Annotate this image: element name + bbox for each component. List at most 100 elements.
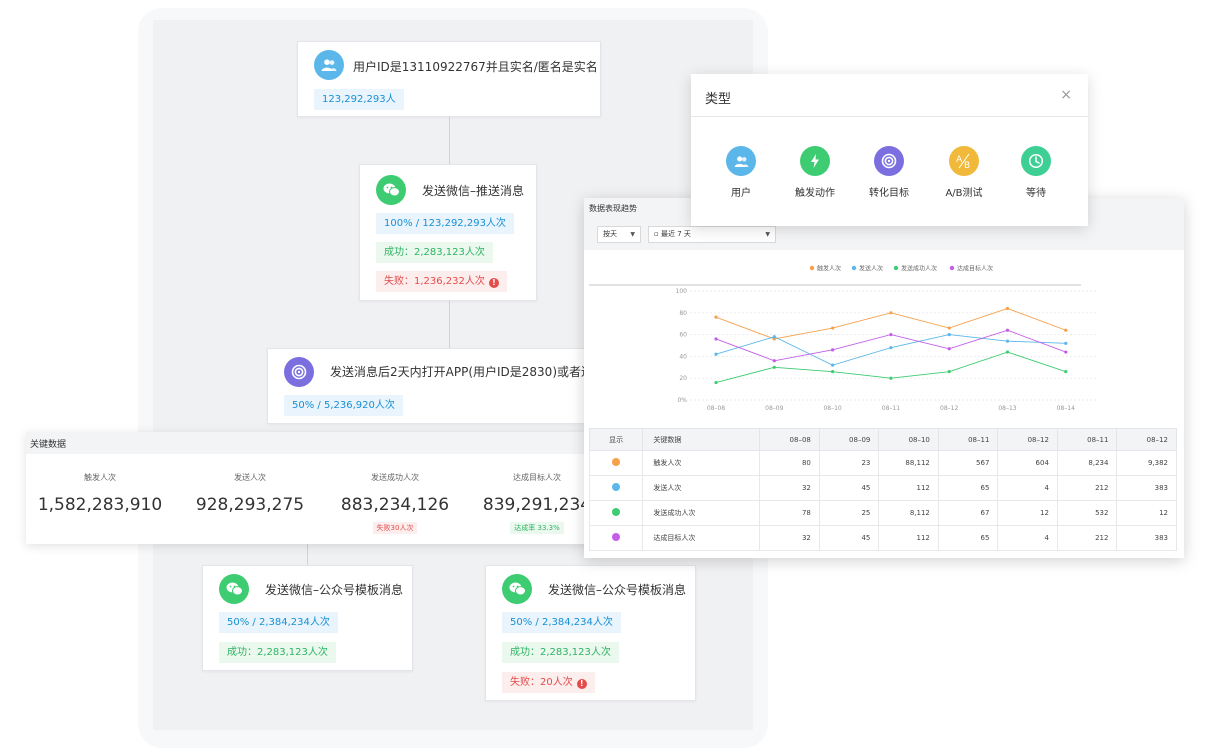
value-cell: 567 bbox=[937, 450, 999, 476]
table-row: 发送成功人次 78 25 8,112 67 12 532 12 bbox=[588, 500, 1177, 526]
column-header: 08–09 bbox=[818, 428, 880, 451]
legend-marker bbox=[893, 265, 899, 271]
value-cell: 67 bbox=[937, 500, 999, 526]
sent-count-pill: 50% / 2,384,234人次 bbox=[219, 612, 338, 633]
data-point bbox=[889, 311, 893, 315]
date-range-value: 最近 7 天 bbox=[660, 230, 691, 238]
data-point bbox=[714, 315, 718, 319]
legend-label: 达成目标人次 bbox=[957, 265, 993, 273]
column-header: 08–12 bbox=[1116, 428, 1177, 451]
metric-label: 发送成功人次 bbox=[371, 473, 419, 482]
node-conversion-target[interactable]: 发送消息后2天内打开APP(用户ID是2830)或者进入 50% / 5,236… bbox=[267, 348, 585, 424]
data-point bbox=[1005, 350, 1010, 354]
y-tick-label: 0% bbox=[677, 397, 687, 404]
type-option-ab-test[interactable]: AB A/B测试 bbox=[934, 146, 994, 199]
x-tick-label: 08–09 bbox=[765, 405, 783, 412]
value-cell: 45 bbox=[818, 525, 880, 551]
ab-test-icon: AB bbox=[949, 146, 979, 176]
legend-marker bbox=[949, 265, 955, 271]
users-icon bbox=[726, 146, 756, 176]
sent-count-pill: 100% / 123,292,293人次 bbox=[376, 213, 514, 234]
series-toggle-dot[interactable] bbox=[612, 458, 621, 466]
visibility-cell[interactable] bbox=[588, 475, 644, 501]
type-option-wait[interactable]: 等待 bbox=[1006, 146, 1066, 199]
value-cell: 112 bbox=[878, 475, 939, 501]
series-toggle-dot[interactable] bbox=[612, 508, 621, 516]
data-point bbox=[889, 333, 893, 337]
svg-text:B: B bbox=[964, 161, 970, 169]
data-point bbox=[714, 380, 718, 385]
data-point bbox=[714, 337, 718, 341]
type-label: 等待 bbox=[1026, 188, 1046, 199]
column-header: 08–11 bbox=[937, 428, 999, 451]
value-cell: 604 bbox=[997, 450, 1058, 476]
value-cell: 8,234 bbox=[1056, 450, 1118, 476]
caret-down-icon: ▼ bbox=[765, 231, 770, 238]
value-cell: 9,382 bbox=[1116, 450, 1177, 476]
clock-icon bbox=[1021, 146, 1051, 176]
data-point bbox=[947, 370, 951, 374]
data-point bbox=[1064, 350, 1068, 354]
value-cell: 65 bbox=[937, 475, 999, 501]
table-row: 达成目标人次 32 45 112 65 4 212 383 bbox=[588, 525, 1177, 551]
series-toggle-dot[interactable] bbox=[612, 533, 621, 541]
value-cell: 8,112 bbox=[878, 500, 939, 526]
data-point bbox=[1064, 370, 1068, 374]
node-wechat-template-right[interactable]: 发送微信–公众号模板消息 50% / 2,384,234人次 成功：2,283,… bbox=[485, 565, 696, 701]
type-option-conversion[interactable]: 转化目标 bbox=[859, 146, 919, 199]
target-icon bbox=[284, 357, 314, 387]
data-point bbox=[1005, 328, 1010, 332]
data-point bbox=[831, 348, 835, 352]
column-header: 关键数据 bbox=[642, 428, 761, 451]
type-option-user[interactable]: 用户 bbox=[711, 146, 771, 199]
legend-marker bbox=[809, 265, 815, 271]
series-toggle-dot[interactable] bbox=[612, 483, 621, 491]
metric-value: 928,293,275 bbox=[195, 495, 305, 515]
close-icon[interactable]: × bbox=[1060, 87, 1072, 103]
data-point bbox=[947, 347, 951, 351]
data-point bbox=[1064, 328, 1068, 332]
value-cell: 45 bbox=[818, 475, 880, 501]
node-title: 发送消息后2天内打开APP(用户ID是2830)或者进入 bbox=[330, 365, 585, 379]
data-point bbox=[1005, 339, 1010, 343]
trend-line-chart: 触发人次 发送人次 发送成功人次 达成目标人次 0% 20 40 60 80 100 08–08 08… bbox=[589, 265, 1096, 412]
value-cell: 532 bbox=[1056, 500, 1118, 526]
calendar-icon: ▫ bbox=[654, 230, 659, 238]
type-label: 触发动作 bbox=[795, 188, 835, 199]
target-count-pill: 50% / 5,236,920人次 bbox=[284, 395, 403, 416]
table-header-row: 显示 关键数据 08–08 08–09 08–10 08–11 08–12 08… bbox=[588, 428, 1177, 451]
value-cell: 88,112 bbox=[878, 450, 939, 476]
key-metric: 发送人次 928,293,275 bbox=[180, 472, 320, 515]
visibility-cell[interactable] bbox=[588, 525, 644, 551]
trend-table: 显示 关键数据 08–08 08–09 08–10 08–11 08–12 08… bbox=[588, 428, 1177, 551]
node-wechat-template-left[interactable]: 发送微信–公众号模板消息 50% / 2,384,234人次 成功：2,283,… bbox=[202, 565, 413, 671]
x-tick-label: 08–08 bbox=[707, 405, 725, 412]
value-cell: 23 bbox=[818, 450, 880, 476]
type-option-trigger[interactable]: 触发动作 bbox=[785, 146, 845, 199]
value-cell: 112 bbox=[878, 525, 939, 551]
sent-count-pill: 50% / 2,384,234人次 bbox=[502, 612, 621, 633]
value-cell: 212 bbox=[1056, 525, 1118, 551]
y-tick-label: 60 bbox=[679, 332, 687, 339]
node-user-condition[interactable]: 用户ID是13110922767并且实名/匿名是实名 123,292,293人 bbox=[297, 41, 601, 117]
legend-label: 触发人次 bbox=[817, 265, 841, 273]
metric-label: 触发人次 bbox=[84, 473, 116, 482]
lightning-icon bbox=[800, 146, 830, 176]
value-cell: 12 bbox=[1116, 500, 1177, 526]
data-point bbox=[831, 370, 835, 374]
data-point bbox=[1064, 341, 1068, 345]
error-icon: ! bbox=[488, 278, 499, 288]
visibility-cell[interactable] bbox=[588, 500, 644, 526]
node-title: 用户ID是13110922767并且实名/匿名是实名 bbox=[353, 60, 598, 74]
user-count-pill: 123,292,293人 bbox=[314, 89, 404, 110]
date-range-select[interactable]: ▫ 最近 7 天 ▼ bbox=[648, 226, 776, 243]
value-cell: 78 bbox=[759, 500, 820, 526]
data-point bbox=[1005, 306, 1010, 311]
connector-line bbox=[449, 116, 450, 164]
node-wechat-push[interactable]: 发送微信–推送消息 100% / 123,292,293人次 成功：2,283,… bbox=[359, 164, 537, 301]
visibility-cell[interactable] bbox=[588, 450, 644, 476]
type-label: A/B测试 bbox=[945, 188, 983, 199]
group-by-select[interactable]: 按天 ▼ bbox=[597, 226, 641, 243]
connector-line bbox=[449, 300, 450, 348]
modal-title: 类型 bbox=[705, 92, 732, 107]
